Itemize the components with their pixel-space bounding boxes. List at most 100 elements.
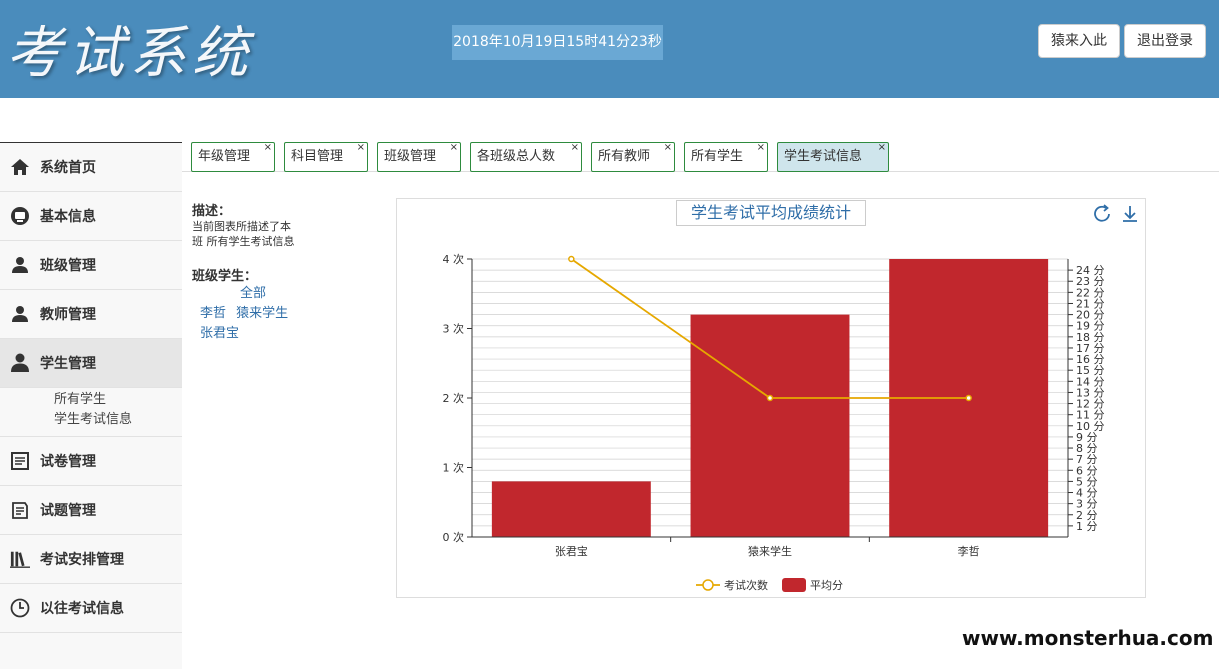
y-left-tick-label: 0 次 [443, 530, 465, 544]
description-heading: 描述： [192, 204, 232, 219]
legend-bar-swatch [782, 578, 806, 592]
y-right-tick-label: 5 分 [1076, 475, 1098, 488]
y-left-tick-label: 3 次 [443, 322, 465, 336]
y-right-tick-label: 18 分 [1076, 331, 1105, 344]
y-right-tick-label: 19 分 [1076, 320, 1105, 333]
sidebar: 系统首页 基本信息 班级管理 教师管理 学生管理 所有学生 学生考试信息 试卷管… [0, 142, 182, 669]
download-icon[interactable] [1123, 206, 1137, 222]
tab-grade[interactable]: 年级管理 × [191, 142, 275, 172]
sidebar-item-label: 班级管理 [40, 258, 96, 274]
sidebar-item-label: 系统首页 [40, 160, 96, 176]
sidebar-item-label: 基本信息 [40, 209, 96, 225]
tab-label: 班级管理 [384, 149, 437, 164]
tab-class[interactable]: 班级管理 × [377, 142, 461, 172]
y-right-tick-label: 7 分 [1076, 453, 1098, 466]
close-icon[interactable]: × [450, 134, 458, 162]
question-icon [10, 500, 30, 520]
close-icon[interactable]: × [664, 134, 672, 162]
home-icon [10, 157, 30, 177]
x-tick-label: 张君宝 [555, 544, 588, 558]
tab-exam-info[interactable]: 学生考试信息 × [777, 142, 889, 172]
sidebar-item-label: 以往考试信息 [40, 601, 124, 617]
y-right-tick-label: 9 分 [1076, 431, 1098, 444]
x-tick-label: 猿来学生 [748, 544, 792, 558]
sidebar-item-label: 学生管理 [40, 356, 96, 372]
sidebar-item-label: 考试安排管理 [40, 552, 124, 568]
y-right-tick-label: 4 分 [1076, 487, 1098, 500]
y-right-tick-label: 24 分 [1076, 264, 1105, 277]
students-heading: 班级学生： [192, 269, 258, 284]
y-right-tick-label: 11 分 [1076, 409, 1105, 422]
paper-icon [10, 451, 30, 471]
user-icon [10, 255, 30, 275]
legend-line-marker [702, 579, 714, 591]
datetime-display: 2018年10月19日15时41分23秒 [452, 25, 663, 60]
y-right-tick-label: 13 分 [1076, 386, 1105, 399]
tab-students[interactable]: 所有学生 × [684, 142, 768, 172]
sidebar-item-paper[interactable]: 试卷管理 [0, 437, 182, 486]
y-left-tick-label: 1 次 [443, 461, 465, 475]
legend-label: 平均分 [810, 579, 843, 592]
logout-button[interactable]: 退出登录 [1124, 24, 1206, 58]
sidebar-item-label: 试卷管理 [40, 454, 96, 470]
legend-label: 考试次数 [724, 578, 768, 592]
bar-张君宝 [491, 481, 651, 537]
sidebar-item-label: 试题管理 [40, 503, 96, 519]
student-link[interactable]: 李哲 [200, 306, 226, 321]
sidebar-item-question[interactable]: 试题管理 [0, 486, 182, 535]
info-icon [10, 206, 30, 226]
submenu-item-all-students[interactable]: 所有学生 [54, 390, 182, 410]
sidebar-item-teacher[interactable]: 教师管理 [0, 290, 182, 339]
sidebar-item-class[interactable]: 班级管理 [0, 241, 182, 290]
y-right-tick-label: 2 分 [1076, 509, 1098, 522]
sidebar-item-home[interactable]: 系统首页 [0, 143, 182, 192]
user-icon [10, 304, 30, 324]
tab-teachers[interactable]: 所有教师 × [591, 142, 675, 172]
tab-label: 学生考试信息 [784, 149, 863, 164]
description-panel: 描述： 当前图表所描述了本班 所有学生考试信息 班级学生： 全部 李哲 猿来学生… [192, 200, 312, 344]
y-right-tick-label: 22 分 [1076, 286, 1105, 299]
student-link[interactable]: 猿来学生 [236, 306, 288, 321]
y-right-tick-label: 8 分 [1076, 442, 1098, 455]
line-point [766, 394, 774, 402]
enter-button[interactable]: 猿来入此 [1038, 24, 1120, 58]
sidebar-item-student[interactable]: 学生管理 [0, 339, 182, 388]
y-right-tick-label: 6 分 [1076, 464, 1098, 477]
y-left-tick-label: 2 次 [443, 391, 465, 405]
sidebar-item-past-exams[interactable]: 以往考试信息 [0, 584, 182, 633]
tab-class-count[interactable]: 各班级总人数 × [470, 142, 582, 172]
tab-label: 年级管理 [198, 149, 251, 164]
average-score-chart: 张君宝 猿来学生 李哲 0 次 1 次 2 次 3 次 4 次 1 分2 分3 分4 分5 分6… [443, 204, 1137, 592]
close-icon[interactable]: × [357, 134, 365, 162]
close-icon[interactable]: × [757, 134, 765, 162]
close-icon[interactable]: × [878, 134, 886, 162]
sidebar-item-label: 教师管理 [40, 307, 96, 323]
y-right-tick-label: 12 分 [1076, 398, 1105, 411]
y-right-tick-label: 15 分 [1076, 364, 1105, 377]
submenu-item-exam-info[interactable]: 学生考试信息 [54, 410, 182, 430]
line-point [965, 394, 972, 402]
y-right-tick-label: 21 分 [1076, 297, 1105, 310]
watermark: www.monsterhua.com [962, 626, 1214, 650]
close-icon[interactable]: × [264, 134, 272, 162]
student-submenu: 所有学生 学生考试信息 [0, 388, 182, 437]
tab-bar: 年级管理 × 科目管理 × 班级管理 × 各班级总人数 × 所有教师 × 所有学生 × 学生… [182, 142, 1219, 172]
tab-label: 各班级总人数 [477, 149, 556, 164]
tab-label: 所有教师 [598, 149, 651, 164]
close-icon[interactable]: × [571, 134, 579, 162]
books-icon [10, 549, 30, 569]
student-link[interactable]: 张君宝 [192, 324, 312, 344]
y-right-tick-label: 3 分 [1076, 498, 1098, 511]
sidebar-item-info[interactable]: 基本信息 [0, 192, 182, 241]
y-right-tick-label: 14 分 [1076, 375, 1105, 388]
student-link-all[interactable]: 全部 [192, 284, 312, 304]
tab-subject[interactable]: 科目管理 × [284, 142, 368, 172]
sidebar-item-exam-arrange[interactable]: 考试安排管理 [0, 535, 182, 584]
tab-label: 所有学生 [691, 149, 744, 164]
tab-label: 科目管理 [291, 149, 344, 164]
line-point [568, 255, 575, 263]
clock-icon [10, 598, 30, 618]
header-bar: 考试系统 2018年10月19日15时41分23秒 猿来入此 退出登录 [0, 0, 1219, 98]
refresh-icon[interactable] [1094, 204, 1110, 222]
y-right-tick-label: 1 分 [1076, 520, 1098, 533]
